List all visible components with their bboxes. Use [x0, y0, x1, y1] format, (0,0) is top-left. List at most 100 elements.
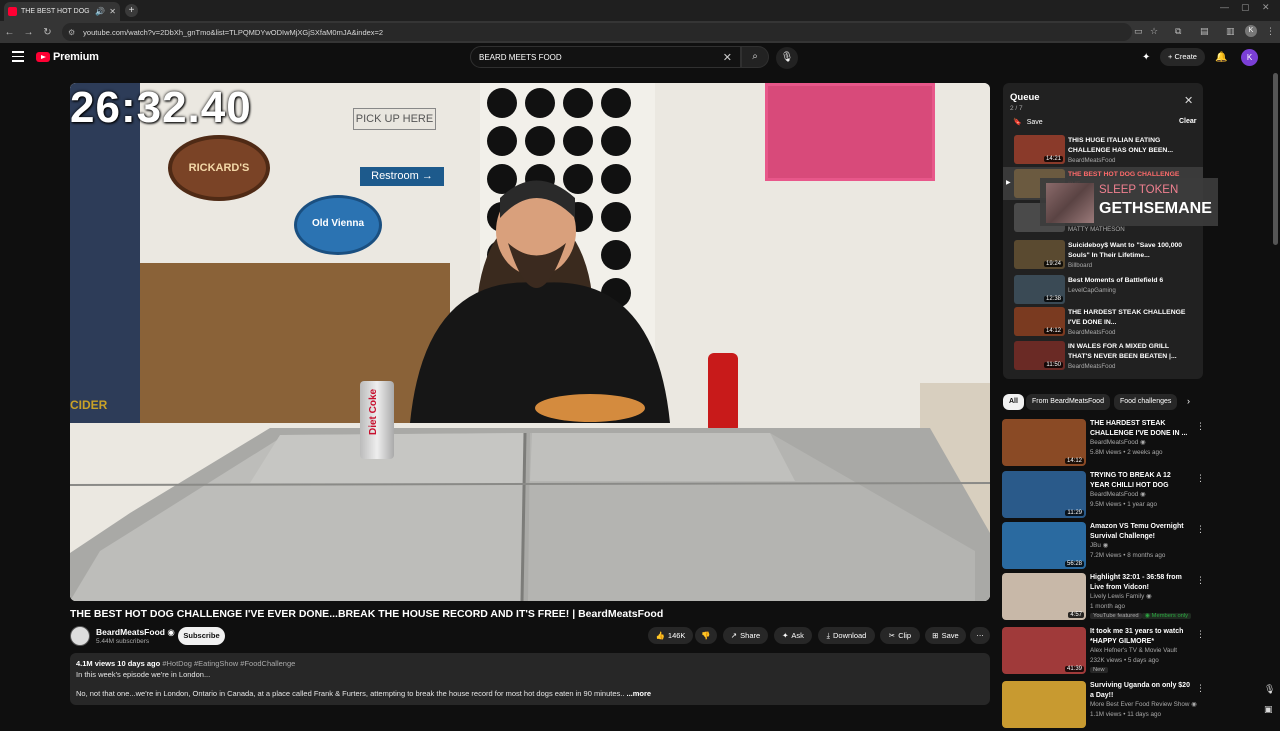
search-box[interactable]: ✕	[470, 46, 741, 68]
sparkle-icon: ✦	[782, 631, 789, 640]
queue-thumbnail: 11:50	[1014, 341, 1065, 370]
queue-thumbnail: 14:12	[1014, 307, 1065, 336]
forward-icon[interactable]: →	[19, 27, 38, 38]
description-line-1: In this week's episode we're in London..…	[76, 670, 211, 679]
save-button[interactable]: ⊞ Save	[925, 627, 966, 644]
browser-tab-bar: THE BEST HOT DOG CHALL 🔊 ✕ + — ▢ ✕	[0, 0, 1280, 21]
browser-tab[interactable]: THE BEST HOT DOG CHALL 🔊 ✕	[4, 2, 120, 21]
scissors-icon: ✂	[888, 631, 896, 640]
voice-search-button[interactable]: 🎙	[776, 47, 798, 69]
more-vert-icon[interactable]: ⋮	[1196, 421, 1205, 432]
queue-item[interactable]: 11:50 IN WALES FOR A MIXED GRILL THAT'S …	[1003, 339, 1203, 372]
hashtags[interactable]: #HotDog #EatingShow #FoodChallenge	[162, 659, 295, 668]
screenshot-icon[interactable]: ▣	[1264, 704, 1273, 715]
rec-channel: Alex Hefner's TV & Movie Vault	[1090, 647, 1178, 654]
search-button[interactable]: ⌕	[741, 46, 769, 68]
notifications-bell-icon[interactable]: 🔔	[1215, 52, 1227, 63]
reading-list-icon[interactable]: ▤	[1200, 26, 1209, 37]
queue-item-title: Suicideboy$ Want to "Save 100,000 Souls"…	[1068, 242, 1183, 259]
recommendation-item[interactable]: 56:28 Amazon VS Temu Overnight Survival …	[1002, 522, 1205, 572]
new-tab-button[interactable]: +	[125, 4, 138, 17]
address-bar[interactable]: ⚙ youtube.com/watch?v=2DbXh_gnTmo&list=T…	[62, 23, 1132, 41]
reload-icon[interactable]: ↻	[38, 27, 57, 38]
queue-save-label: Save	[1026, 118, 1043, 126]
rec-title: It took me 31 years to watch *HAPPY GILM…	[1090, 628, 1184, 645]
description-box[interactable]: 4.1M views 10 days ago #HotDog #EatingSh…	[70, 653, 990, 705]
speaker-icon[interactable]: 🔊	[95, 7, 105, 16]
queue-clear-button[interactable]: Clear	[1179, 118, 1197, 125]
site-info-icon[interactable]: ⚙	[68, 28, 75, 37]
subscribe-button[interactable]: Subscribe	[178, 627, 225, 645]
sidebar-icon[interactable]: ▥	[1226, 26, 1235, 37]
rec-title: TRYING TO BREAK A 12 YEAR CHILLI HOT DOG…	[1090, 472, 1171, 489]
now-playing-overlay: SLEEP TOKEN GETHSEMANE	[1040, 178, 1218, 226]
account-avatar[interactable]: K	[1241, 49, 1258, 66]
chips-next-icon[interactable]: ›	[1187, 396, 1190, 406]
more-vert-icon[interactable]: ⋮	[1196, 473, 1205, 484]
queue-duration: 19:24	[1043, 261, 1063, 267]
bookmark-star-icon[interactable]: ☆	[1150, 26, 1158, 37]
queue-item[interactable]: 14:21 THIS HUGE ITALIAN EATING CHALLENGE…	[1003, 133, 1203, 166]
cast-icon[interactable]: ▭	[1134, 26, 1143, 37]
queue-title: Queue	[1010, 92, 1040, 103]
video-player[interactable]: RICKARD'S Old Vienna PICK UP HERE Restro…	[70, 83, 990, 601]
create-button[interactable]: + Create	[1160, 48, 1205, 66]
more-vert-icon[interactable]: ⋮	[1196, 575, 1205, 586]
rec-duration: 4:57	[1068, 612, 1084, 618]
browser-toolbar: ← → ↻ ⚙ youtube.com/watch?v=2DbXh_gnTmo&…	[0, 21, 1280, 43]
more-vert-icon[interactable]: ⋮	[1196, 629, 1205, 640]
dislike-button[interactable]: 👎	[695, 627, 717, 644]
share-button[interactable]: ↗ Share	[723, 627, 768, 644]
tab-close-icon[interactable]: ✕	[109, 7, 116, 16]
restroom-sign: Restroom →	[360, 167, 444, 186]
tab-title: THE BEST HOT DOG CHALL	[21, 8, 91, 15]
browser-profile-avatar[interactable]: K	[1245, 25, 1257, 37]
minimize-icon[interactable]: —	[1220, 2, 1229, 12]
channel-avatar[interactable]	[70, 626, 90, 646]
chip-food-challenges[interactable]: Food challenges	[1114, 394, 1178, 410]
clip-button[interactable]: ✂ Clip	[880, 627, 920, 644]
recommendation-item[interactable]: 41:39 It took me 31 years to watch *HAPP…	[1002, 627, 1205, 677]
menu-icon[interactable]	[12, 51, 24, 62]
window-close-icon[interactable]: ✕	[1262, 2, 1270, 13]
search-icon: ⌕	[752, 51, 758, 62]
page-scrollbar[interactable]	[1273, 73, 1278, 245]
gemini-sparkle-icon[interactable]: ✦	[1142, 52, 1150, 63]
download-button[interactable]: ⤓ Download	[818, 627, 875, 644]
chip-all[interactable]: All	[1003, 394, 1024, 410]
queue-close-icon[interactable]: ✕	[1184, 94, 1193, 107]
browser-menu-icon[interactable]: ⋮	[1266, 26, 1275, 37]
like-count: 146K	[667, 631, 686, 640]
more-actions-button[interactable]: ⋯	[970, 627, 990, 644]
extensions-icon[interactable]: ⧉	[1175, 26, 1181, 37]
clear-search-icon[interactable]: ✕	[723, 51, 732, 64]
rec-channel: BeardMeatsFood ◉	[1090, 491, 1146, 498]
back-icon[interactable]: ←	[0, 27, 19, 38]
recommendation-item[interactable]: 4:57 Highlight 32:01 - 36:58 from Live f…	[1002, 573, 1205, 623]
queue-item-title: Best Moments of Battlefield 6	[1068, 277, 1164, 284]
can-label: Diet Coke	[368, 388, 379, 435]
queue-item[interactable]: 19:24 Suicideboy$ Want to "Save 100,000 …	[1003, 238, 1203, 271]
show-more-link[interactable]: ...more	[627, 689, 652, 698]
queue-thumbnail: 12:38	[1014, 275, 1065, 304]
queue-save-button[interactable]: 🔖 Save	[1013, 118, 1043, 127]
ask-label: Ask	[791, 631, 804, 640]
like-button[interactable]: 👍 146K	[648, 627, 693, 644]
recommendation-item[interactable]: 14:12 THE HARDEST STEAK CHALLENGE I'VE D…	[1002, 419, 1205, 469]
description-line-2: No, not that one...we're in London, Onta…	[76, 689, 625, 698]
more-vert-icon[interactable]: ⋮	[1196, 683, 1205, 694]
members-only-badge: ◉ Members only	[1142, 613, 1192, 619]
more-vert-icon[interactable]: ⋮	[1196, 524, 1205, 535]
youtube-logo[interactable]: Premium	[36, 51, 99, 63]
channel-name[interactable]: BeardMeatsFood ◉	[96, 627, 175, 638]
recommendation-item[interactable]: 11:29 TRYING TO BREAK A 12 YEAR CHILLI H…	[1002, 471, 1205, 521]
search-input[interactable]	[479, 52, 719, 62]
queue-item[interactable]: 14:12 THE HARDEST STEAK CHALLENGE I'VE D…	[1003, 305, 1203, 338]
queue-item-channel: LevelCapGaming	[1068, 287, 1116, 294]
chip-from-channel[interactable]: From BeardMeatsFood	[1026, 394, 1110, 410]
queue-item[interactable]: 12:38 Best Moments of Battlefield 6 Leve…	[1003, 273, 1203, 306]
recommendation-item[interactable]: Surviving Uganda on only $20 a Day!! Mor…	[1002, 681, 1205, 731]
ask-button[interactable]: ✦ Ask	[774, 627, 812, 644]
maximize-icon[interactable]: ▢	[1241, 2, 1250, 13]
mic-icon[interactable]: 🎙	[1264, 684, 1275, 695]
